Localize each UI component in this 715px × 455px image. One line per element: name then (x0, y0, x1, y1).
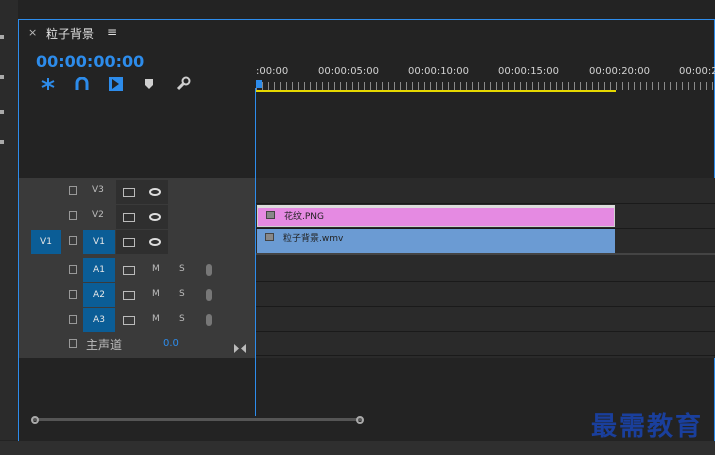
sync-lock-icon[interactable] (123, 291, 135, 300)
eye-icon[interactable] (149, 213, 161, 221)
video-audio-divider (256, 253, 715, 255)
lane-divider (256, 203, 715, 204)
lane-divider (256, 281, 715, 282)
track-name: V3 (92, 185, 104, 195)
work-area-bar[interactable] (256, 90, 616, 92)
left-panel-strip (0, 0, 18, 440)
sync-lock-icon[interactable] (123, 188, 135, 197)
snap-icon[interactable] (40, 77, 56, 91)
playhead-handle[interactable] (256, 80, 262, 88)
solo-button[interactable]: S (179, 314, 185, 324)
track-target-a2[interactable]: A2 (83, 283, 115, 307)
track-header-a3: A3 M S (19, 308, 255, 332)
track-header-v2: V2 (19, 205, 255, 229)
ruler-label: 00:00:05:00 (318, 66, 380, 77)
track-header-v3: V3 (19, 180, 255, 204)
microphone-icon[interactable] (206, 289, 212, 301)
sync-lock-icon[interactable] (123, 266, 135, 275)
bottom-status-bar (0, 441, 715, 455)
ruler-label: :00:00 (256, 66, 289, 77)
master-volume-value[interactable]: 0.0 (163, 338, 179, 349)
panel-arrow-icon (0, 110, 4, 114)
add-marker-edit-icon[interactable] (108, 76, 124, 92)
track-header-master: 主声道 0.0 (19, 332, 255, 356)
timeline-panel: × 粒子背景 ≡ 00:00:00:00 :00:00 00:00:05:00 … (18, 19, 715, 442)
eye-icon[interactable] (149, 188, 161, 196)
lock-icon[interactable] (69, 265, 77, 274)
ruler-ticks (256, 82, 715, 90)
track-lanes[interactable]: 花纹.PNG 粒子背景.wmv (256, 178, 715, 358)
go-to-in-out-icon[interactable] (234, 338, 246, 353)
track-target-a3[interactable]: A3 (83, 308, 115, 332)
mute-button[interactable]: M (152, 264, 160, 274)
ruler-label: 00:00:20:00 (589, 66, 651, 77)
fx-badge-icon (266, 211, 275, 219)
master-track-label: 主声道 (86, 338, 123, 352)
track-header-a2: A2 M S (19, 283, 255, 307)
lock-icon[interactable] (69, 315, 77, 324)
close-tab-button[interactable]: × (28, 26, 37, 39)
panel-arrow-icon (0, 75, 4, 79)
track-name: V2 (92, 210, 104, 220)
lock-icon[interactable] (69, 186, 77, 195)
lane-divider (256, 306, 715, 307)
sync-lock-icon[interactable] (123, 238, 135, 247)
lock-icon[interactable] (69, 339, 77, 348)
clip-name: 粒子背景.wmv (283, 234, 344, 244)
sync-lock-icon[interactable] (123, 213, 135, 222)
lock-icon[interactable] (69, 236, 77, 245)
microphone-icon[interactable] (206, 264, 212, 276)
clip-name: 花纹.PNG (284, 212, 324, 222)
lock-icon[interactable] (69, 211, 77, 220)
time-ruler[interactable]: :00:00 00:00:05:00 00:00:10:00 00:00:15:… (256, 60, 715, 94)
eye-icon[interactable] (149, 238, 161, 246)
track-target-v1[interactable]: V1 (83, 230, 115, 254)
lane-divider (256, 331, 715, 332)
marker-icon[interactable] (144, 78, 154, 90)
solo-button[interactable]: S (179, 264, 185, 274)
mute-button[interactable]: M (152, 314, 160, 324)
lane-divider (256, 355, 715, 356)
ruler-label: 00:00:2 (679, 66, 715, 77)
track-target-a1[interactable]: A1 (83, 258, 115, 282)
sync-lock-icon[interactable] (123, 316, 135, 325)
ruler-label: 00:00:10:00 (408, 66, 470, 77)
watermark: 最需教育 (591, 412, 704, 442)
panel-arrow-icon (0, 35, 4, 39)
wrench-icon[interactable] (175, 76, 191, 92)
lock-icon[interactable] (69, 290, 77, 299)
mute-button[interactable]: M (152, 289, 160, 299)
track-header-a1: A1 M S (19, 258, 255, 282)
horizontal-scrollbar[interactable] (32, 418, 362, 421)
clip-v2[interactable]: 花纹.PNG (257, 205, 615, 227)
track-header-v1: V1 V1 (19, 230, 255, 254)
premiere-timeline-screen: × 粒子背景 ≡ 00:00:00:00 :00:00 00:00:05:00 … (0, 0, 715, 455)
scroll-handle-right[interactable] (356, 416, 364, 424)
panel-arrow-icon (0, 140, 4, 144)
ruler-label: 00:00:15:00 (498, 66, 560, 77)
solo-button[interactable]: S (179, 289, 185, 299)
fx-badge-icon (265, 233, 274, 241)
scroll-handle-left[interactable] (31, 416, 39, 424)
microphone-icon[interactable] (206, 314, 212, 326)
clip-v1[interactable]: 粒子背景.wmv (257, 229, 615, 253)
source-patch-v1[interactable]: V1 (31, 230, 61, 254)
sequence-tab-title[interactable]: 粒子背景 (46, 25, 94, 42)
playhead-timecode[interactable]: 00:00:00:00 (36, 52, 144, 71)
panel-menu-button[interactable]: ≡ (107, 25, 117, 39)
linked-selection-icon[interactable] (75, 77, 89, 91)
